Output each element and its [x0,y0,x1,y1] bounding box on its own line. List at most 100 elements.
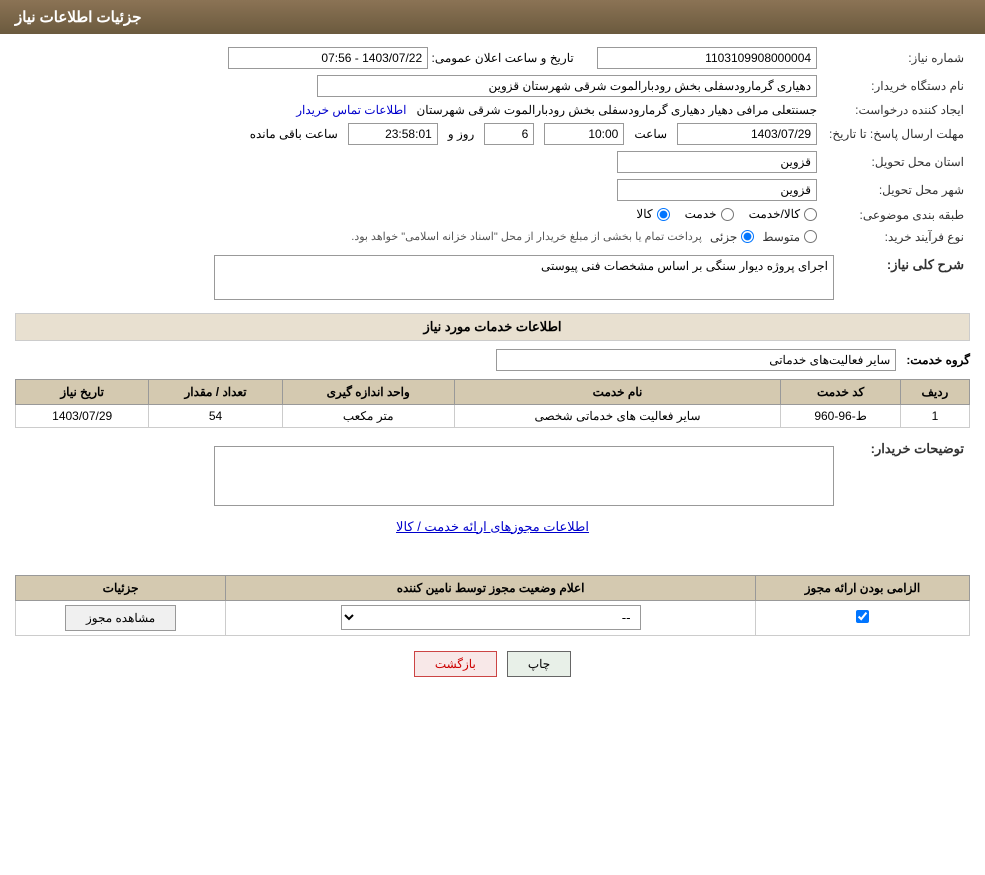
service-name: سایر فعالیت های خدماتی شخصی [454,404,781,427]
col-name: نام خدمت [454,379,781,404]
description-value: اجرای پروژه دیوار سنگی بر اساس مشخصات فن… [15,252,840,303]
services-table-head: ردیف کد خدمت نام خدمت واحد اندازه گیری ت… [16,379,970,404]
group-service-row: گروه خدمت: سایر فعالیت‌های خدماتی [15,349,970,371]
date-label: تاریخ و ساعت اعلان عمومی: [432,51,574,65]
button-row: چاپ بازگشت [15,651,970,677]
remaining-label: ساعت باقی مانده [250,127,338,141]
main-content: شماره نیاز: 1103109908000004 تاریخ و ساع… [0,34,985,702]
subject-label: طبقه بندی موضوعی: [823,204,970,227]
buyer-notes-input [214,446,834,506]
license-row-1: -- مشاهده مجوز [16,600,970,635]
deadline-time: 10:00 [544,123,624,145]
process-value: متوسط جزئی پرداخت تمام یا بخشی از مبلغ خ… [15,227,823,247]
page-title: جزئیات اطلاعات نیاز [15,9,142,26]
number-label: شماره نیاز: [823,44,970,72]
process-motavaset-radio[interactable] [804,230,817,243]
subject-kala-khedmat-label: کالا/خدمت [749,207,800,221]
group-value: سایر فعالیت‌های خدماتی [496,349,896,371]
spacer [15,540,970,570]
city-input: قزوین [617,179,817,201]
province-input: قزوین [617,151,817,173]
subject-radio-group: کالا/خدمت خدمت کالا [636,207,817,221]
subject-kala-khedmat-radio[interactable] [804,208,817,221]
licenses-title: اطلاعات مجوزهای ارائه خدمت / کالا [15,519,970,535]
service-date: 1403/07/29 [16,404,149,427]
city-value: قزوین [15,176,823,204]
requester-label: ایجاد کننده درخواست: [823,100,970,120]
print-button[interactable]: چاپ [507,651,571,677]
buyer-notes-row: توضیحات خریدار: [15,438,970,509]
service-unit: متر مکعب [282,404,454,427]
service-code: ط-96-960 [781,404,901,427]
subject-kala-item: کالا [636,207,669,221]
subject-khedmat-radio[interactable] [721,208,734,221]
license-required [755,600,969,635]
process-jezei-item: جزئی [710,230,754,244]
licenses-header-row: الزامی بودن ارائه مجوز اعلام وضعیت مجوز … [16,575,970,600]
deadline-date: 1403/07/29 [677,123,817,145]
licenses-table-body: -- مشاهده مجوز [16,600,970,635]
city-label: شهر محل تحویل: [823,176,970,204]
date-value: 1403/07/22 - 07:56 [228,47,428,69]
deadline-label: مهلت ارسال پاسخ: تا تاریخ: [823,120,970,148]
requester-text: جسنتعلی مرافی دهیار دهیاری گرمارودسفلی ب… [416,103,817,117]
col-code: کد خدمت [781,379,901,404]
description-row: شرح کلی نیاز: اجرای پروژه دیوار سنگی بر … [15,252,970,303]
process-label: نوع فرآیند خرید: [823,227,970,247]
process-motavaset-item: متوسط [762,230,817,244]
page-wrapper: جزئیات اطلاعات نیاز شماره نیاز: 11031099… [0,0,985,875]
view-license-button[interactable]: مشاهده مجوز [65,605,176,631]
service-row-1: 1 ط-96-960 سایر فعالیت های خدماتی شخصی م… [16,404,970,427]
info-row-city: شهر محل تحویل: قزوین [15,176,970,204]
deadline-value: 1403/07/29 ساعت 10:00 6 روز و 23:58:01 س… [15,120,823,148]
subject-khedmat-item: خدمت [685,207,734,221]
licenses-table: الزامی بودن ارائه مجوز اعلام وضعیت مجوز … [15,575,970,636]
col-date: تاریخ نیاز [16,379,149,404]
info-row-deadline: مهلت ارسال پاسخ: تا تاریخ: 1403/07/29 سا… [15,120,970,148]
info-table: شماره نیاز: 1103109908000004 تاریخ و ساع… [15,44,970,247]
process-row: متوسط جزئی پرداخت تمام یا بخشی از مبلغ خ… [21,230,817,244]
subject-value: کالا/خدمت خدمت کالا [15,204,823,227]
deadline-days: 6 [484,123,534,145]
group-label: گروه خدمت: [906,353,970,367]
process-jezei-label: جزئی [710,230,737,244]
info-row-subject: طبقه بندی موضوعی: کالا/خدمت خدمت [15,204,970,227]
time-label: ساعت [634,127,667,141]
days-label: روز و [448,127,475,141]
info-row-province: استان محل تحویل: قزوین [15,148,970,176]
services-section-title: اطلاعات خدمات مورد نیاز [15,313,970,341]
service-row-num: 1 [900,404,969,427]
licenses-table-head: الزامی بودن ارائه مجوز اعلام وضعیت مجوز … [16,575,970,600]
description-input: اجرای پروژه دیوار سنگی بر اساس مشخصات فن… [214,255,834,300]
lic-col-status: اعلام وضعیت مجوز توسط نامین کننده [226,575,756,600]
buyer-station-label: نام دستگاه خریدار: [823,72,970,100]
subject-khedmat-label: خدمت [685,207,717,221]
subject-kala-radio[interactable] [657,208,670,221]
lic-col-details: جزئیات [16,575,226,600]
subject-kala-khedmat-item: کالا/خدمت [749,207,817,221]
back-button[interactable]: بازگشت [414,651,497,677]
license-details: مشاهده مجوز [16,600,226,635]
process-description: پرداخت تمام یا بخشی از مبلغ خریدار از مح… [351,230,702,243]
process-motavaset-label: متوسط [762,230,800,244]
buyer-station-input: دهیاری گرمارودسفلی بخش رودبارالموت شرقی … [317,75,817,97]
buyer-notes-value [15,438,840,509]
subject-kala-label: کالا [636,207,652,221]
number-input: 1103109908000004 [597,47,817,69]
license-status: -- [226,600,756,635]
buyer-notes-label: توضیحات خریدار: [840,438,970,509]
license-required-checkbox[interactable] [856,610,869,623]
col-row: ردیف [900,379,969,404]
buyer-notes-table: توضیحات خریدار: [15,438,970,509]
info-row-process: نوع فرآیند خرید: متوسط جزئی پرداخت تمام … [15,227,970,247]
services-table-body: 1 ط-96-960 سایر فعالیت های خدماتی شخصی م… [16,404,970,427]
process-jezei-radio[interactable] [741,230,754,243]
license-status-select[interactable]: -- [341,605,641,630]
requester-link[interactable]: اطلاعات تماس خریدار [296,103,406,117]
services-table: ردیف کد خدمت نام خدمت واحد اندازه گیری ت… [15,379,970,428]
requester-value: جسنتعلی مرافی دهیار دهیاری گرمارودسفلی ب… [15,100,823,120]
info-row-requester: ایجاد کننده درخواست: جسنتعلی مرافی دهیار… [15,100,970,120]
description-table: شرح کلی نیاز: اجرای پروژه دیوار سنگی بر … [15,252,970,303]
col-quantity: تعداد / مقدار [149,379,282,404]
deadline-remaining: 23:58:01 [348,123,438,145]
